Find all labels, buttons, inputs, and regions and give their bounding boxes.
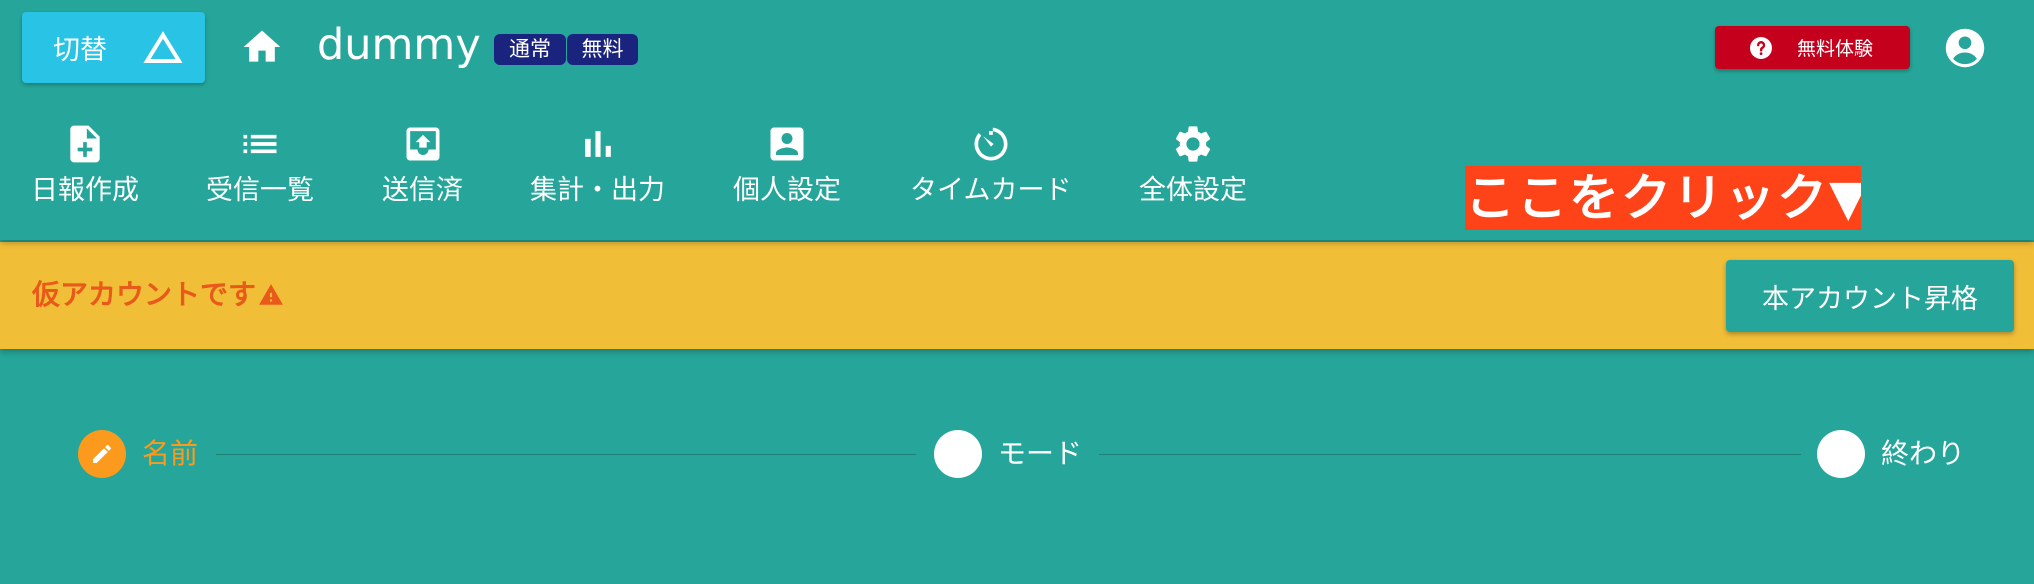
nav-item-inbox[interactable]: 受信一覧 bbox=[206, 122, 314, 208]
step-finish[interactable]: 終わり bbox=[1817, 430, 1965, 478]
nav-item-label: 日報作成 bbox=[31, 175, 139, 206]
nav-item-label: 全体設定 bbox=[1139, 175, 1247, 206]
step-label: 名前 bbox=[142, 437, 199, 470]
plan-badge-normal: 通常 bbox=[494, 34, 566, 65]
nav-item-sent[interactable]: 送信済 bbox=[382, 122, 463, 208]
triangle-icon bbox=[143, 30, 183, 63]
account-box-icon bbox=[770, 127, 804, 161]
stepper-connector bbox=[1099, 454, 1801, 455]
provisional-account-warning: 仮アカウントです bbox=[32, 272, 284, 318]
nav-item-global-settings[interactable]: 全体設定 bbox=[1139, 122, 1247, 208]
free-trial-label: 無料体験 bbox=[1797, 38, 1874, 60]
home-icon[interactable] bbox=[240, 25, 284, 69]
step-label: モード bbox=[998, 437, 1083, 470]
bar-chart-icon bbox=[584, 131, 611, 157]
click-here-callout: ここをクリック▼ bbox=[1465, 166, 1861, 230]
nav-item-label: 受信一覧 bbox=[206, 175, 314, 206]
note-add-icon bbox=[70, 125, 100, 163]
app-header: 切替 dummy 通常 無料 無料体験 日報作成 受信一覧 送信済 集計・出力 … bbox=[0, 0, 2034, 240]
nav-item-label: 送信済 bbox=[382, 175, 463, 206]
switch-button-label: 切替 bbox=[53, 35, 107, 66]
warning-icon bbox=[259, 284, 283, 305]
switch-button[interactable]: 切替 bbox=[22, 12, 205, 83]
nav-item-personal-settings[interactable]: 個人設定 bbox=[733, 122, 841, 208]
free-trial-button[interactable]: 無料体験 bbox=[1715, 26, 1910, 69]
account-circle-icon[interactable] bbox=[1944, 27, 1986, 69]
provisional-account-banner: 仮アカウントです 本アカウント昇格 bbox=[0, 242, 2034, 349]
plan-badge-free: 無料 bbox=[567, 34, 638, 65]
upgrade-account-button[interactable]: 本アカウント昇格 bbox=[1726, 260, 2014, 332]
nav-item-time-card[interactable]: タイムカード bbox=[910, 122, 1071, 208]
help-icon bbox=[1750, 36, 1772, 59]
nav-item-label: 個人設定 bbox=[733, 175, 841, 206]
nav-item-daily-report[interactable]: 日報作成 bbox=[31, 122, 139, 208]
nav-item-label: タイムカード bbox=[910, 175, 1072, 206]
timer-icon bbox=[974, 127, 1008, 161]
step-name[interactable]: 名前 bbox=[78, 430, 198, 478]
outbox-icon bbox=[406, 127, 439, 161]
step-circle bbox=[934, 430, 982, 478]
warning-text: 仮アカウントです bbox=[32, 278, 257, 311]
step-label: 終わり bbox=[1881, 437, 1966, 470]
app-title: dummy bbox=[317, 20, 481, 70]
edit-pencil-icon bbox=[78, 430, 126, 478]
nav-item-aggregate-export[interactable]: 集計・出力 bbox=[530, 122, 665, 208]
list-icon bbox=[243, 134, 277, 154]
gear-icon bbox=[1175, 126, 1211, 162]
step-circle bbox=[1817, 430, 1865, 478]
stepper-connector bbox=[216, 454, 916, 455]
nav-item-label: 集計・出力 bbox=[530, 175, 665, 206]
step-mode[interactable]: モード bbox=[934, 430, 1082, 478]
